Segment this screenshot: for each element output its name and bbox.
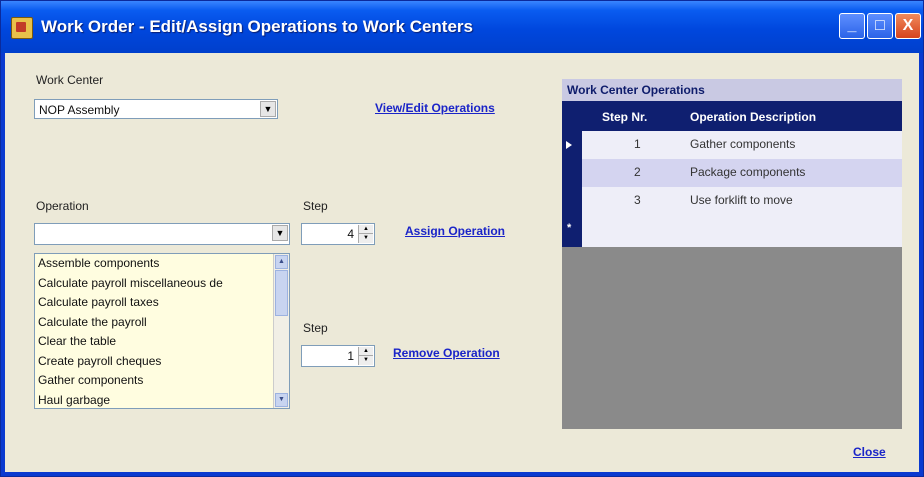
assign-step-label: Step [303, 199, 328, 213]
remove-step-label: Step [303, 321, 328, 335]
work-center-label: Work Center [36, 73, 104, 87]
operation-options-list[interactable]: Assemble components Calculate payroll mis… [34, 253, 290, 409]
list-item[interactable]: Create payroll cheques [35, 352, 273, 372]
operation-list-scrollbar[interactable]: ▲ ▼ [273, 254, 289, 408]
list-item[interactable]: Calculate payroll taxes [35, 293, 273, 313]
window-title: Work Order - Edit/Assign Operations to W… [41, 17, 473, 36]
list-item[interactable]: Assemble components [35, 254, 273, 274]
column-header-description[interactable]: Operation Description [690, 110, 816, 124]
current-row-icon [566, 141, 572, 149]
spin-up-icon[interactable]: ▲ [359, 225, 373, 234]
grid-new-row[interactable] [582, 217, 902, 247]
operation-dropdown[interactable]: ▼ [34, 223, 290, 245]
scroll-down-icon[interactable]: ▼ [275, 393, 288, 407]
grid-caption: Work Center Operations [562, 79, 902, 101]
chevron-down-icon[interactable]: ▼ [272, 225, 288, 241]
list-item[interactable]: Calculate the payroll [35, 313, 273, 333]
assign-operation-link[interactable]: Assign Operation [405, 224, 505, 238]
minimize-button[interactable]: _ [839, 13, 865, 39]
dialog-client-area: Work Center NOP Assembly ▼ View/Edit Ope… [5, 53, 919, 472]
work-center-value: NOP Assembly [39, 103, 120, 117]
close-link[interactable]: Close [853, 445, 886, 459]
work-center-dropdown[interactable]: NOP Assembly ▼ [34, 99, 278, 119]
assign-step-value: 4 [347, 227, 354, 241]
step-cell: 1 [634, 137, 641, 151]
work-order-window: Work Order - Edit/Assign Operations to W… [0, 0, 924, 477]
spin-down-icon[interactable]: ▼ [359, 234, 373, 243]
spin-up-icon[interactable]: ▲ [359, 347, 373, 356]
grid-row[interactable]: 3 Use forklift to move [582, 187, 902, 217]
step-cell: 3 [634, 193, 641, 207]
operation-label: Operation [36, 199, 89, 213]
row-selector[interactable]: * [562, 131, 582, 247]
close-window-button[interactable]: X [895, 13, 921, 39]
chevron-down-icon[interactable]: ▼ [260, 101, 276, 117]
description-cell: Gather components [690, 137, 796, 151]
view-edit-operations-link[interactable]: View/Edit Operations [375, 101, 495, 115]
column-header-step[interactable]: Step Nr. [602, 110, 647, 124]
title-bar[interactable]: Work Order - Edit/Assign Operations to W… [1, 1, 923, 53]
remove-operation-link[interactable]: Remove Operation [393, 346, 500, 360]
description-cell: Use forklift to move [690, 193, 793, 207]
list-item[interactable]: Clear the table [35, 332, 273, 352]
description-cell: Package components [690, 165, 806, 179]
scroll-up-icon[interactable]: ▲ [275, 255, 288, 269]
list-item[interactable]: Haul garbage [35, 391, 273, 409]
remove-step-value: 1 [347, 349, 354, 363]
spin-down-icon[interactable]: ▼ [359, 356, 373, 365]
assign-step-spinner[interactable]: 4 ▲ ▼ [301, 223, 375, 245]
work-center-operations-grid: Work Center Operations Step Nr. Operatio… [562, 79, 902, 429]
new-row-icon: * [567, 222, 572, 234]
app-icon [11, 17, 33, 39]
remove-step-spinner[interactable]: 1 ▲ ▼ [301, 345, 375, 367]
scroll-thumb[interactable] [275, 270, 288, 316]
grid-header: Step Nr. Operation Description [562, 101, 902, 131]
maximize-button[interactable]: □ [867, 13, 893, 39]
list-item[interactable]: Gather components [35, 371, 273, 391]
step-cell: 2 [634, 165, 641, 179]
grid-row[interactable]: 1 Gather components [582, 131, 902, 159]
grid-row[interactable]: 2 Package components [582, 159, 902, 187]
list-item[interactable]: Calculate payroll miscellaneous de [35, 274, 273, 294]
